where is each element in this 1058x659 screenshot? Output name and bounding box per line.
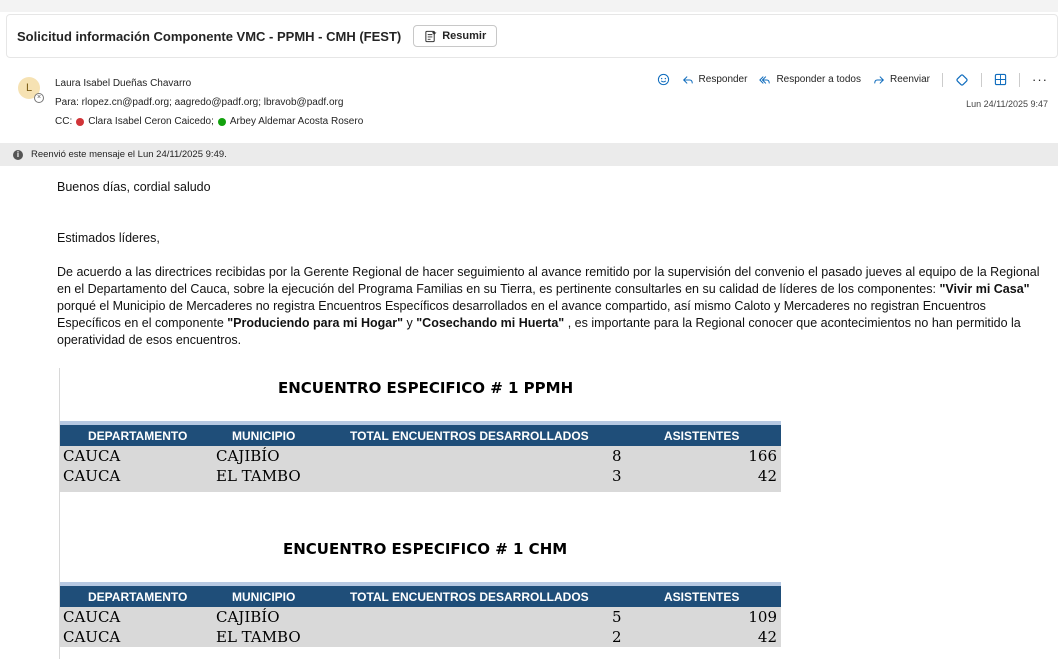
reply-button[interactable]: Responder bbox=[682, 74, 748, 86]
column-header: MUNICIPIO bbox=[232, 428, 296, 443]
cc-label: CC: bbox=[55, 116, 73, 127]
paragraph-text: De acuerdo a las directrices recibidas p… bbox=[57, 265, 1040, 296]
salutation-text: Estimados líderes, bbox=[57, 231, 160, 245]
cell-departamento: CAUCA bbox=[63, 608, 121, 626]
chm-table: DEPARTAMENTO MUNICIPIO TOTAL ENCUENTROS … bbox=[60, 582, 781, 647]
recipients-to[interactable]: Para: rlopez.cn@padf.org; aagredo@padf.o… bbox=[55, 97, 343, 108]
paragraph-text: y bbox=[403, 316, 417, 330]
ppmh-table: DEPARTAMENTO MUNICIPIO TOTAL ENCUENTROS … bbox=[60, 421, 781, 492]
forward-button[interactable]: Reenviar bbox=[873, 74, 930, 86]
component-chm: "Cosechando mi Huerta" bbox=[416, 316, 565, 330]
forwarded-info-text: Reenvió este mensaje el Lun 24/11/2025 9… bbox=[31, 149, 227, 160]
forward-label: Reenviar bbox=[889, 74, 930, 85]
available-status-icon bbox=[217, 117, 226, 126]
cell-departamento: CAUCA bbox=[63, 467, 121, 485]
table-header: DEPARTAMENTO MUNICIPIO TOTAL ENCUENTROS … bbox=[60, 582, 781, 607]
message-date: Lun 24/11/2025 9:47 bbox=[966, 99, 1048, 109]
divider bbox=[981, 72, 982, 87]
recipients-cc: CC: Clara Isabel Ceron Caicedo; Arbey Al… bbox=[55, 116, 363, 127]
avatar-initial: L bbox=[25, 82, 33, 94]
summarize-label: Resumir bbox=[442, 30, 487, 42]
divider bbox=[942, 72, 943, 87]
forward-icon bbox=[874, 75, 884, 84]
column-header: TOTAL ENCUENTROS DESARROLLADOS bbox=[350, 428, 589, 443]
column-header: DEPARTAMENTO bbox=[88, 428, 188, 443]
greeting-text: Buenos días, cordial saludo bbox=[57, 180, 211, 194]
busy-status-icon bbox=[76, 117, 85, 126]
cell-asistentes: 42 bbox=[757, 467, 777, 485]
table-footer-fill bbox=[60, 486, 781, 492]
forwarded-info-bar: i Reenvió este mensaje el Lun 24/11/2025… bbox=[0, 143, 1058, 166]
summarize-button[interactable]: Resumir bbox=[413, 25, 498, 47]
presence-unknown-icon: × bbox=[34, 93, 44, 103]
cc-recipient[interactable]: Arbey Aldemar Acosta Rosero bbox=[230, 116, 363, 127]
cell-asistentes: 166 bbox=[748, 447, 777, 465]
reply-all-button[interactable]: Responder a todos bbox=[759, 74, 861, 86]
cell-municipio: CAJIBÍO bbox=[216, 608, 280, 626]
more-options-icon[interactable]: ··· bbox=[1032, 72, 1048, 87]
cell-municipio: EL TAMBO bbox=[216, 467, 301, 485]
column-header: TOTAL ENCUENTROS DESARROLLADOS bbox=[350, 589, 589, 604]
cell-asistentes: 109 bbox=[748, 608, 777, 626]
loop-icon[interactable] bbox=[955, 73, 969, 87]
apps-icon[interactable] bbox=[994, 73, 1007, 86]
reply-all-label: Responder a todos bbox=[776, 74, 861, 85]
summarize-icon bbox=[425, 30, 437, 42]
component-ppmh: "Produciendo para mi Hogar" bbox=[227, 316, 404, 330]
cell-departamento: CAUCA bbox=[63, 628, 121, 646]
column-header: ASISTENTES bbox=[664, 428, 740, 443]
column-header: MUNICIPIO bbox=[232, 589, 296, 604]
sender-name[interactable]: Laura Isabel Dueñas Chavarro bbox=[55, 78, 191, 89]
cell-asistentes: 42 bbox=[757, 628, 777, 646]
divider bbox=[1019, 72, 1020, 87]
top-strip bbox=[0, 0, 1058, 12]
column-header: DEPARTAMENTO bbox=[88, 589, 188, 604]
info-icon: i bbox=[13, 149, 23, 160]
cell-municipio: EL TAMBO bbox=[216, 628, 301, 646]
message-actions: Responder Responder a todos Reenviar ··· bbox=[657, 72, 1048, 87]
reply-label: Responder bbox=[698, 74, 748, 85]
cell-departamento: CAUCA bbox=[63, 447, 121, 465]
body-paragraph: De acuerdo a las directrices recibidas p… bbox=[57, 264, 1047, 349]
table-title: ENCUENTRO ESPECIFICO # 1 PPMH bbox=[278, 379, 574, 397]
cell-municipio: CAJIBÍO bbox=[216, 447, 280, 465]
table-row: CAUCA EL TAMBO 2 42 bbox=[60, 627, 781, 647]
email-subject: Solicitud información Componente VMC - P… bbox=[17, 28, 402, 44]
cc-recipient[interactable]: Clara Isabel Ceron Caicedo; bbox=[88, 116, 214, 127]
table-title: ENCUENTRO ESPECIFICO # 1 CHM bbox=[283, 540, 568, 558]
reply-all-icon bbox=[759, 75, 771, 84]
cell-total: 8 bbox=[612, 447, 622, 465]
table-row: CAUCA CAJIBÍO 8 166 bbox=[60, 446, 781, 466]
subject-bar: Solicitud información Componente VMC - P… bbox=[6, 14, 1058, 58]
table-row: CAUCA EL TAMBO 3 42 bbox=[60, 466, 781, 486]
table-row: CAUCA CAJIBÍO 5 109 bbox=[60, 607, 781, 627]
cell-total: 3 bbox=[612, 467, 622, 485]
cell-total: 2 bbox=[612, 628, 622, 646]
emoji-reaction-icon[interactable] bbox=[657, 73, 670, 86]
component-vmc: "Vivir mi Casa" bbox=[939, 282, 1030, 296]
reply-icon bbox=[682, 75, 693, 84]
message-header: L × Laura Isabel Dueñas Chavarro Para: r… bbox=[6, 62, 1058, 142]
cell-total: 5 bbox=[612, 608, 622, 626]
table-header: DEPARTAMENTO MUNICIPIO TOTAL ENCUENTROS … bbox=[60, 421, 781, 446]
column-header: ASISTENTES bbox=[664, 589, 740, 604]
